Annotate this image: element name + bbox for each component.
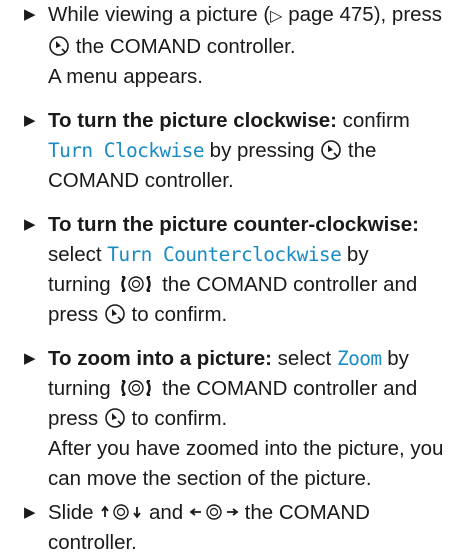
step-text: ), press [373,3,443,26]
turn-controller-icon [116,273,156,295]
press-controller-icon [48,35,70,57]
step-text: turning [48,377,111,400]
slide-left-right-controller-icon [189,501,239,523]
step-text: to confirm. [131,303,228,326]
step-heading: To zoom into a picture: [48,347,272,370]
menu-item-turn-counterclockwise: Turn Counterclockwise [107,243,342,266]
step-turn-counterclockwise: ▶ To turn the picture counter-clockwise:… [24,210,454,330]
triangle-bullet-icon: ▶ [24,6,36,23]
menu-item-turn-clockwise: Turn Clockwise [48,139,205,162]
step-text: the [347,139,377,162]
step-text: controller. [48,531,137,554]
triangle-bullet-icon: ▶ [24,504,36,521]
step-heading: To turn the picture clockwise: [48,109,337,132]
slide-up-down-controller-icon [99,501,143,523]
step-text: While viewing a picture ( [48,3,271,26]
step-text: the COMAND [244,501,370,524]
step-turn-clockwise: ▶ To turn the picture clockwise: confirm… [24,106,454,196]
turn-controller-icon [116,377,156,399]
step-slide: ▶ Slide and the COMAND controller. [24,498,454,558]
step-text: by [387,347,409,370]
step-text: press [48,303,99,326]
step-text: to confirm. [131,407,228,430]
step-text: and [149,501,184,524]
step-heading: To turn the picture counter-clockwise: [48,213,419,236]
step-text: by pressing [209,139,315,162]
step-text: select [277,347,332,370]
step-text: Slide [48,501,94,524]
step-text: select [48,243,102,266]
press-controller-icon [104,303,126,325]
step-text: press [48,407,99,430]
triangle-right-outline-icon: ▷ [270,8,283,25]
step-result: A menu appears. [48,65,203,88]
step-zoom: ▶ To zoom into a picture: select Zoom by… [24,344,454,494]
step-text: confirm [342,109,410,132]
step-text: the COMAND controller and [162,377,418,400]
step-result: After you have zoomed into the picture, … [48,437,444,460]
step-result: can move the section of the picture. [48,467,372,490]
triangle-bullet-icon: ▶ [24,216,36,233]
press-controller-icon [104,407,126,429]
step-view-picture: ▶ While viewing a picture (▷ page 475), … [24,0,454,92]
step-text: the COMAND controller and [162,273,418,296]
step-text: COMAND controller. [48,169,234,192]
menu-item-zoom: Zoom [336,347,382,370]
page-reference: page 475 [288,3,374,26]
step-text: the COMAND controller. [75,35,296,58]
triangle-bullet-icon: ▶ [24,112,36,129]
press-controller-icon [320,139,342,161]
step-text: turning [48,273,111,296]
step-text: by [346,243,369,266]
triangle-bullet-icon: ▶ [24,350,36,367]
